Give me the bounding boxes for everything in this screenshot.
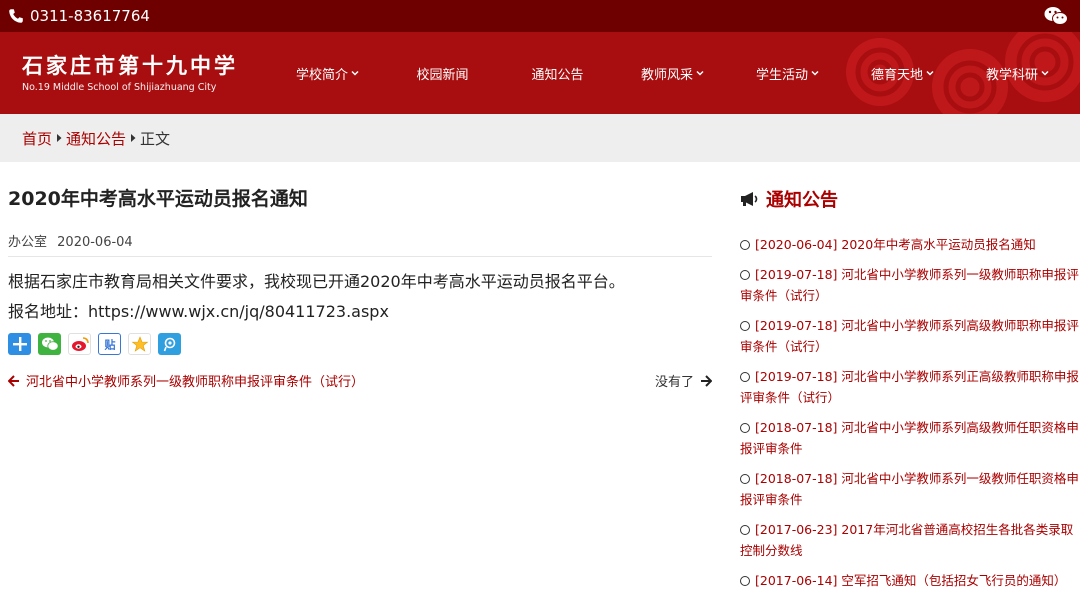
- article-title: 2020年中考高水平运动员报名通知: [8, 188, 308, 210]
- chevron-down-icon: [351, 70, 359, 76]
- site-header: 石家庄市第十九中学 No.19 Middle School of Shijiaz…: [0, 32, 1080, 114]
- nav-item-school-intro[interactable]: 学校简介: [270, 64, 385, 83]
- sidebar-title: 通知公告: [766, 190, 838, 211]
- circle-bullet-icon: [740, 576, 750, 586]
- chevron-down-icon: [926, 70, 934, 76]
- arrow-right-icon: [701, 374, 712, 387]
- article: 2020年中考高水平运动员报名通知 办公室 2020-06-04 根据石家庄市教…: [8, 162, 712, 599]
- breadcrumb-home[interactable]: 首页: [22, 128, 52, 149]
- article-meta: 办公室 2020-06-04: [8, 231, 712, 257]
- list-item[interactable]: [2017-06-23] 2017年河北省普通高校招生各批各类录取控制分数线: [740, 519, 1080, 561]
- main-content: 2020年中考高水平运动员报名通知 办公室 2020-06-04 根据石家庄市教…: [0, 162, 1080, 599]
- chevron-down-icon: [811, 70, 819, 76]
- caret-right-icon: [131, 134, 136, 142]
- share-bar: 贴: [8, 333, 712, 355]
- next-article-link[interactable]: 没有了: [655, 371, 712, 390]
- list-item[interactable]: [2018-07-18] 河北省中小学教师系列高级教师任职资格申报评审条件: [740, 417, 1080, 459]
- weibo-share-icon[interactable]: [68, 333, 91, 355]
- school-logo[interactable]: 石家庄市第十九中学 No.19 Middle School of Shijiaz…: [0, 53, 260, 93]
- prev-article-link[interactable]: 河北省中小学教师系列一级教师职称申报评审条件（试行）: [8, 371, 364, 390]
- wechat-icon[interactable]: [1044, 6, 1068, 26]
- arrow-left-icon: [8, 374, 19, 387]
- nav-item-moral-education[interactable]: 德育天地: [845, 64, 960, 83]
- article-body: 根据石家庄市教育局相关文件要求，我校现已开通2020年中考高水平运动员报名平台。…: [8, 267, 712, 327]
- circle-bullet-icon: [740, 525, 750, 535]
- list-item[interactable]: [2018-07-18] 河北省中小学教师系列一级教师任职资格申报评审条件: [740, 468, 1080, 510]
- circle-bullet-icon: [740, 474, 750, 484]
- article-paragraph-url[interactable]: 报名地址：https://www.wjx.cn/jq/80411723.aspx: [8, 297, 712, 327]
- main-nav: 学校简介 校园新闻 通知公告 教师风采 学生活动 德育天地 教学科研: [270, 64, 1075, 83]
- breadcrumb: 首页 通知公告 正文: [0, 114, 1080, 162]
- list-item[interactable]: [2017-06-14] 空军招飞通知（包括招女飞行员的通知）: [740, 570, 1080, 591]
- qzone-share-icon[interactable]: [128, 333, 151, 355]
- article-author: 办公室: [8, 235, 48, 250]
- article-date: 2020-06-04: [57, 235, 133, 250]
- nav-item-teachers[interactable]: 教师风采: [615, 64, 730, 83]
- logo-english-name: No.19 Middle School of Shijiazhuang City: [22, 82, 217, 93]
- list-item[interactable]: [2019-07-18] 河北省中小学教师系列一级教师职称申报评审条件（试行）: [740, 264, 1080, 306]
- nav-item-teaching-research[interactable]: 教学科研: [960, 64, 1075, 83]
- circle-bullet-icon: [740, 240, 750, 250]
- svg-text:贴: 贴: [103, 338, 115, 352]
- megaphone-icon: [741, 192, 758, 206]
- list-item[interactable]: [2019-07-18] 河北省中小学教师系列高级教师职称申报评审条件（试行）: [740, 315, 1080, 357]
- notice-sidebar: 通知公告 [2020-06-04] 2020年中考高水平运动员报名通知 [201…: [740, 162, 1080, 599]
- tencent-weibo-share-icon[interactable]: [158, 333, 181, 355]
- circle-bullet-icon: [740, 270, 750, 280]
- article-pager: 河北省中小学教师系列一级教师职称申报评审条件（试行） 没有了: [8, 371, 712, 390]
- plus-share-icon[interactable]: [8, 333, 31, 355]
- wechat-share-icon[interactable]: [38, 333, 61, 355]
- list-item[interactable]: [2020-06-04] 2020年中考高水平运动员报名通知: [740, 234, 1080, 255]
- caret-right-icon: [57, 134, 62, 142]
- logo-chinese-name: 石家庄市第十九中学: [22, 53, 238, 78]
- nav-item-notices[interactable]: 通知公告: [500, 64, 615, 83]
- nav-item-student-activities[interactable]: 学生活动: [730, 64, 845, 83]
- circle-bullet-icon: [740, 372, 750, 382]
- sidebar-heading: 通知公告: [740, 186, 1080, 212]
- notice-list: [2020-06-04] 2020年中考高水平运动员报名通知 [2019-07-…: [740, 234, 1080, 591]
- phone-icon: [9, 9, 23, 23]
- chevron-down-icon: [696, 70, 704, 76]
- circle-bullet-icon: [740, 423, 750, 433]
- breadcrumb-current: 正文: [140, 129, 171, 148]
- breadcrumb-notices[interactable]: 通知公告: [66, 128, 126, 149]
- phone-contact: 0311-83617764: [8, 7, 150, 25]
- article-paragraph: 根据石家庄市教育局相关文件要求，我校现已开通2020年中考高水平运动员报名平台。: [8, 272, 625, 291]
- top-bar: 0311-83617764: [0, 0, 1080, 32]
- circle-bullet-icon: [740, 321, 750, 331]
- chevron-down-icon: [1041, 70, 1049, 76]
- tieba-share-icon[interactable]: 贴: [98, 333, 121, 355]
- phone-number: 0311-83617764: [30, 7, 150, 25]
- list-item[interactable]: [2019-07-18] 河北省中小学教师系列正高级教师职称申报评审条件（试行）: [740, 366, 1080, 408]
- nav-item-campus-news[interactable]: 校园新闻: [385, 64, 500, 83]
